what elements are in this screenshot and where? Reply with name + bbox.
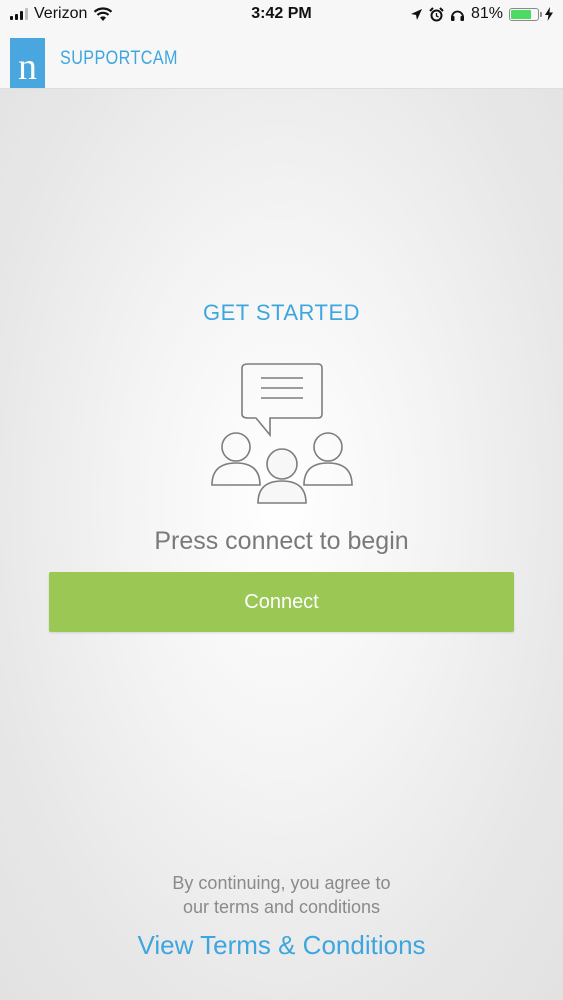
app-header: n SUPPORTCAM <box>0 30 563 89</box>
app-logo: n <box>10 38 45 88</box>
connect-prompt: Press connect to begin <box>154 527 409 555</box>
location-arrow-icon <box>410 8 422 20</box>
battery-icon <box>509 7 542 21</box>
app-title: SUPPORTCAM <box>60 48 178 69</box>
status-bar: Verizon 3:42 PM 81% <box>0 0 563 30</box>
view-terms-link[interactable]: View Terms & Conditions <box>0 930 563 961</box>
connect-button[interactable]: Connect <box>49 572 514 632</box>
status-right: 81% <box>410 5 553 23</box>
alarm-icon <box>429 6 444 21</box>
charging-bolt-icon <box>545 7 553 21</box>
logo-letter: n <box>18 46 37 88</box>
battery-percent: 81% <box>470 5 503 22</box>
terms-line-2: our terms and conditions <box>182 897 381 917</box>
page-heading: GET STARTED <box>202 300 361 325</box>
terms-notice: By continuing, you agree to our terms an… <box>0 871 563 919</box>
battery-level-fill <box>511 9 532 19</box>
headphones-icon <box>450 10 464 21</box>
terms-line-1: By continuing, you agree to <box>172 873 391 893</box>
group-chat-icon <box>211 363 353 504</box>
